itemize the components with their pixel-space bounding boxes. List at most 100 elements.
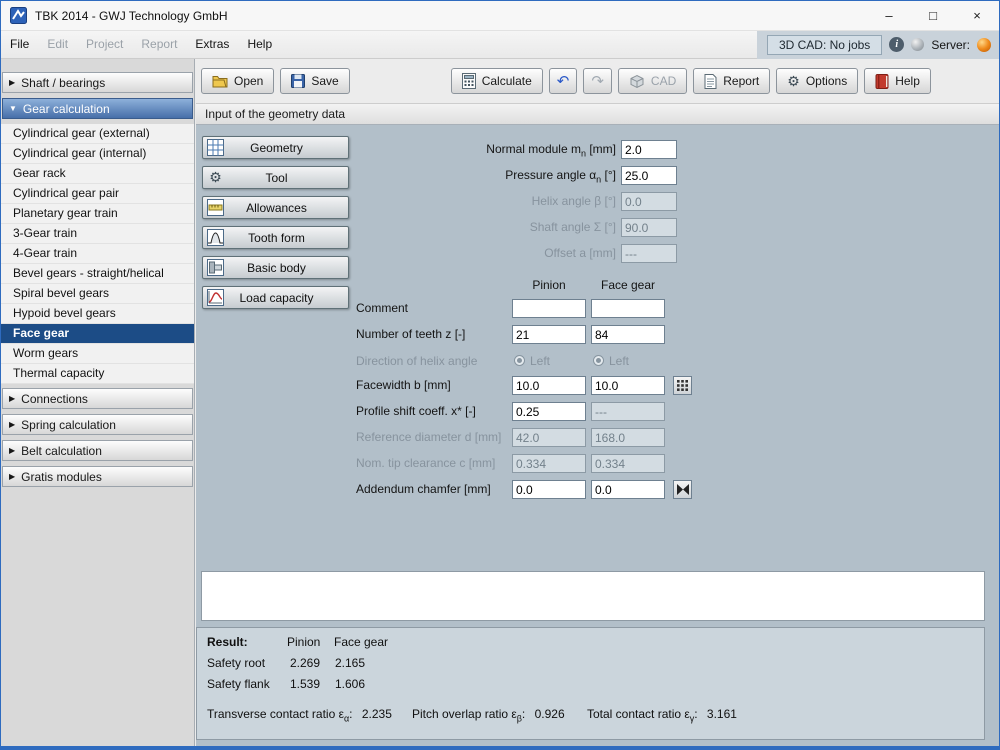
toolbar: Open Save Calculate ↶ ↷ CAD Report ⚙ Opt… <box>196 59 999 104</box>
sidebar-item-planetary-gear-train[interactable]: Planetary gear train <box>1 204 194 224</box>
message-box <box>201 571 985 621</box>
facewidth-calculator-button[interactable] <box>673 376 692 395</box>
nav-basic-body-button[interactable]: Basic body <box>202 256 349 279</box>
gear-icon: ⚙ <box>787 72 800 89</box>
info-icon[interactable]: i <box>889 37 905 52</box>
nav-tooth-form-button[interactable]: Tooth form <box>202 226 349 249</box>
addendum-chamfer-detail-button[interactable] <box>673 480 692 499</box>
column-header-pinion: Pinion <box>532 278 566 292</box>
safety-root-label: Safety root <box>207 656 266 670</box>
app-icon <box>10 7 27 24</box>
tool-gear-icon: ⚙ <box>209 169 222 185</box>
addendum-chamfer-face-input[interactable] <box>591 480 665 499</box>
comment-pinion-input[interactable] <box>512 299 586 318</box>
menu-status-area: 3D CAD: No jobs i Server: <box>756 30 999 59</box>
geometry-grid-icon <box>207 139 224 156</box>
allowances-gauge-icon <box>207 199 224 216</box>
tooth-form-icon <box>207 229 224 246</box>
window-title: TBK 2014 - GWJ Technology GmbH <box>35 8 228 23</box>
helix-direction-pinion-radio <box>514 355 525 366</box>
report-button[interactable]: Report <box>693 68 771 94</box>
close-button[interactable]: × <box>955 1 999 31</box>
normal-module-label: Normal module mn [mm] <box>486 142 616 159</box>
sidebar-section-shaft-bearings[interactable]: ▶ Shaft / bearings <box>2 72 193 93</box>
reference-diameter-pinion-input <box>512 428 586 447</box>
save-disk-icon <box>291 74 306 88</box>
sidebar-item-4-gear-train[interactable]: 4-Gear train <box>1 244 194 264</box>
facewidth-face-input[interactable] <box>591 376 665 395</box>
sidebar-item-cylindrical-gear-external[interactable]: Cylindrical gear (external) <box>1 124 194 144</box>
sidebar-item-spiral-bevel-gears[interactable]: Spiral bevel gears <box>1 284 194 304</box>
transverse-contact-ratio: Transverse contact ratio εα: 2.235 <box>207 707 392 724</box>
sidebar-item-bevel-gears[interactable]: Bevel gears - straight/helical <box>1 264 194 284</box>
calculator-icon <box>461 73 476 89</box>
shaft-angle-input <box>621 218 677 237</box>
options-button[interactable]: ⚙ Options <box>776 68 859 94</box>
offset-label: Offset a [mm] <box>544 246 616 260</box>
geometry-input-panel: Geometry ⚙ Tool Allowances Tooth form Ba… <box>196 125 999 746</box>
sidebar-item-thermal-capacity[interactable]: Thermal capacity <box>1 364 194 384</box>
safety-flank-label: Safety flank <box>207 677 270 691</box>
reference-diameter-face-input <box>591 428 665 447</box>
sidebar-section-gratis-modules[interactable]: ▶ Gratis modules <box>2 466 193 487</box>
basic-body-icon <box>207 259 224 276</box>
save-button[interactable]: Save <box>280 68 350 94</box>
calculate-button[interactable]: Calculate <box>450 68 543 94</box>
chevron-right-icon: ▶ <box>9 471 16 481</box>
sidebar-section-gear-calculation[interactable]: ▼ Gear calculation <box>2 98 193 119</box>
teeth-face-input[interactable] <box>591 325 665 344</box>
pressure-angle-input[interactable] <box>621 166 677 185</box>
sidebar-gear-items: Cylindrical gear (external) Cylindrical … <box>1 124 194 384</box>
facewidth-pinion-input[interactable] <box>512 376 586 395</box>
sidebar-item-cylindrical-gear-internal[interactable]: Cylindrical gear (internal) <box>1 144 194 164</box>
sidebar-item-hypoid-bevel-gears[interactable]: Hypoid bevel gears <box>1 304 194 324</box>
server-label: Server: <box>931 37 970 52</box>
sidebar-item-cylindrical-gear-pair[interactable]: Cylindrical gear pair <box>1 184 194 204</box>
menu-extras[interactable]: Extras <box>186 31 238 58</box>
menu-help[interactable]: Help <box>238 31 281 58</box>
undo-button[interactable]: ↶ <box>548 68 578 94</box>
helix-angle-label: Helix angle β [°] <box>531 194 616 208</box>
chevron-right-icon: ▶ <box>9 445 16 455</box>
pressure-angle-label: Pressure angle αn [°] <box>505 168 616 185</box>
nav-load-capacity-button[interactable]: Load capacity <box>202 286 349 309</box>
minimize-button[interactable]: – <box>867 1 911 31</box>
nav-tool-button[interactable]: ⚙ Tool <box>202 166 349 189</box>
profile-shift-label: Profile shift coeff. x* [-] <box>356 404 476 418</box>
maximize-button[interactable]: □ <box>911 1 955 31</box>
section-title: Input of the geometry data <box>196 104 999 125</box>
sidebar-section-belt-calculation[interactable]: ▶ Belt calculation <box>2 440 193 461</box>
nav-allowances-button[interactable]: Allowances <box>202 196 349 219</box>
sidebar-item-gear-rack[interactable]: Gear rack <box>1 164 194 184</box>
help-button[interactable]: Help <box>864 68 931 94</box>
calculator-grid-icon <box>677 380 688 391</box>
pitch-overlap-ratio-value: 0.926 <box>534 707 565 721</box>
sidebar-section-spring-calculation[interactable]: ▶ Spring calculation <box>2 414 193 435</box>
addendum-chamfer-pinion-input[interactable] <box>512 480 586 499</box>
nav-geometry-button[interactable]: Geometry <box>202 136 349 159</box>
sidebar-section-label: Spring calculation <box>21 417 116 432</box>
sidebar-section-label: Connections <box>21 391 88 406</box>
normal-module-input[interactable] <box>621 140 677 159</box>
sidebar-section-label: Belt calculation <box>21 443 102 458</box>
sidebar-item-worm-gears[interactable]: Worm gears <box>1 344 194 364</box>
menu-report: Report <box>141 37 178 51</box>
help-book-icon <box>875 73 889 89</box>
sidebar-item-3-gear-train[interactable]: 3-Gear train <box>1 224 194 244</box>
content-area: Open Save Calculate ↶ ↷ CAD Report ⚙ Opt… <box>196 59 999 746</box>
helix-angle-input <box>621 192 677 211</box>
helix-direction-pinion-option: Left <box>530 354 551 368</box>
result-panel: Result: Pinion Face gear Safety root 2.2… <box>196 627 985 740</box>
report-document-icon <box>704 73 717 89</box>
comment-face-input[interactable] <box>591 299 665 318</box>
sidebar-section-connections[interactable]: ▶ Connections <box>2 388 193 409</box>
shaft-angle-label: Shaft angle Σ [°] <box>529 220 616 234</box>
teeth-pinion-input[interactable] <box>512 325 586 344</box>
menu-file[interactable]: File <box>1 31 38 58</box>
sidebar-item-face-gear[interactable]: Face gear <box>1 324 194 344</box>
open-button[interactable]: Open <box>201 68 275 94</box>
profile-shift-pinion-input[interactable] <box>512 402 586 421</box>
cad-button: CAD <box>617 68 688 94</box>
result-title: Result: <box>207 635 248 649</box>
cad-cube-icon <box>630 74 644 88</box>
